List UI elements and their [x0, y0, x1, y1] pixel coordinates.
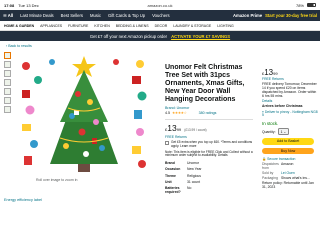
- category-bedding[interactable]: BEDDING & LINENS: [116, 24, 149, 28]
- spec-row: Batteries required? No: [165, 185, 253, 194]
- free-returns-link[interactable]: FREE Returns: [165, 135, 253, 139]
- row-value: Amazon: [281, 162, 294, 167]
- all-menu-button[interactable]: ☰ All: [3, 13, 13, 18]
- secure-transaction-link[interactable]: 🔒 Secure transaction: [262, 157, 318, 161]
- quantity-select[interactable]: 1 ⌄: [277, 128, 290, 136]
- price: £1399 (£13.99 / count): [165, 123, 253, 133]
- energy-label-link[interactable]: Energy efficiency label: [4, 198, 42, 202]
- add-to-basket-button[interactable]: Add to Basket: [262, 138, 314, 145]
- buy-box: £1399 FREE Returns FREE delivery Tomorro…: [262, 68, 318, 190]
- row-key: Packaging: [262, 176, 278, 181]
- nav-link-vouchers[interactable]: Vouchers: [152, 13, 169, 18]
- thumbnail[interactable]: [4, 88, 11, 95]
- thumbnail[interactable]: [4, 106, 11, 113]
- nav-link-gift-cards[interactable]: Gift Cards & Top Up: [108, 13, 145, 18]
- nav-link-music[interactable]: Music: [90, 13, 101, 18]
- status-bar: 17:08 Tue 13 Dec amazon.co.uk 78%: [0, 0, 320, 10]
- spec-key: Batteries required?: [165, 185, 181, 194]
- address-bar[interactable]: amazon.co.uk: [0, 3, 320, 8]
- buybox-returns-link[interactable]: FREE Returns: [262, 77, 318, 81]
- collect-note: Note: This item is eligible for FREE Cli…: [165, 149, 253, 158]
- offer-text: Get £5 extra when you top up £60. *Terms…: [171, 140, 253, 148]
- back-to-results-link[interactable]: ‹ Back to results: [6, 44, 32, 48]
- nav-link-deals[interactable]: Last Minute Deals: [20, 13, 54, 18]
- row-key: Sold by: [262, 171, 274, 176]
- menu-label: All: [7, 13, 14, 18]
- category-kitchen[interactable]: KITCHEN: [94, 24, 109, 28]
- product-details: Unomor Felt Christmas Tree Set with 31pc…: [165, 64, 253, 194]
- deliver-to-text: Deliver to pinroy - Nottingham NG8 5: [262, 109, 318, 118]
- thumbnail-strip: [4, 52, 12, 115]
- buybox-row: Packaging Shows what's ins...: [262, 176, 318, 180]
- quantity-label: Quantity:: [262, 129, 276, 134]
- topup-offer: Get £5 extra when you top up £60. *Terms…: [165, 140, 253, 149]
- stock-status: In stock.: [262, 121, 279, 127]
- offer-checkbox[interactable]: [165, 141, 169, 145]
- quantity-row: Quantity: 1 ⌄: [262, 128, 318, 136]
- category-home-garden[interactable]: HOME & GARDEN: [4, 24, 34, 28]
- category-appliances[interactable]: APPLIANCES: [40, 24, 62, 28]
- prime-label: Amazon Prime: [233, 13, 263, 18]
- buybox-price: £1399: [262, 68, 318, 77]
- secure-transaction-text: Secure transaction: [267, 157, 296, 162]
- thumbnail[interactable]: [4, 61, 11, 68]
- ratings-count-link[interactable]: 380 ratings: [199, 111, 217, 115]
- row-key: Dispatches from: [262, 162, 279, 171]
- delivery-details-link[interactable]: Details: [262, 99, 318, 103]
- arrives-note: Arrives before Christmas: [262, 103, 303, 108]
- thumbnail[interactable]: [4, 52, 11, 59]
- category-decor[interactable]: DECOR: [155, 24, 168, 28]
- buybox-row: Sold by Lei Ouen: [262, 171, 318, 175]
- row-value: Shows what's ins...: [281, 176, 310, 181]
- brand-link[interactable]: Brand: Unomor: [165, 106, 253, 110]
- thumbnail[interactable]: [4, 97, 11, 104]
- price-fraction: 99: [176, 127, 182, 132]
- zoom-hint: Roll over image to zoom in: [36, 178, 78, 182]
- buy-now-button[interactable]: Buy Now: [262, 147, 314, 155]
- unit-price: (£13.99 / count): [184, 128, 207, 132]
- prime-trial: Start your 30-day free trial: [265, 13, 317, 18]
- thumbnail[interactable]: [4, 79, 11, 86]
- main-nav: ☰ All Last Minute Deals Best Sellers Mus…: [0, 10, 320, 21]
- category-laundry[interactable]: LAUNDRY & STORAGE: [173, 24, 211, 28]
- return-policy: Return policy: Returnable until Jan 31, …: [262, 181, 314, 190]
- price-whole: 13: [167, 123, 177, 133]
- prime-promo[interactable]: Amazon Prime Start your 30-day free trial: [233, 13, 317, 18]
- rating-value: 4.5: [165, 111, 170, 115]
- delivery-info: FREE delivery Tomorrow, December 14 if y…: [262, 82, 317, 98]
- divider: [165, 119, 253, 120]
- seller-link[interactable]: Lei Ouen: [281, 171, 295, 175]
- deliver-to-link[interactable]: ⌖ Deliver to pinroy - Nottingham NG8 5: [262, 109, 318, 119]
- rating-row: 4.5 ★★★★☆ 380 ratings: [165, 111, 253, 115]
- price-whole: 13: [264, 68, 274, 77]
- product-image[interactable]: [16, 52, 152, 176]
- category-lighting[interactable]: LIGHTING: [217, 24, 234, 28]
- product-title: Unomor Felt Christmas Tree Set with 31pc…: [165, 64, 245, 103]
- price-fraction: 99: [273, 71, 278, 76]
- star-rating-icon[interactable]: ★★★★☆: [172, 111, 187, 115]
- nav-link-best-sellers[interactable]: Best Sellers: [61, 13, 83, 18]
- category-nav: HOME & GARDEN APPLIANCES FURNITURE KITCH…: [0, 21, 320, 31]
- buybox-row: Dispatches from Amazon: [262, 162, 318, 170]
- spec-table: Brand Unomor Occasion New Year Theme Religi…: [165, 161, 253, 194]
- activate-savings-link[interactable]: ACTIVATE YOUR £7 SAVINGS: [171, 34, 230, 39]
- promo-banner: Get £7 off your next Amazon pickup order…: [0, 31, 320, 41]
- spec-value: No: [187, 185, 192, 190]
- banner-text: Get £7 off your next Amazon pickup order: [89, 33, 168, 39]
- category-furniture[interactable]: FURNITURE: [68, 24, 88, 28]
- chevron-down-icon: ⌄: [283, 129, 287, 134]
- thumbnail[interactable]: [4, 70, 11, 77]
